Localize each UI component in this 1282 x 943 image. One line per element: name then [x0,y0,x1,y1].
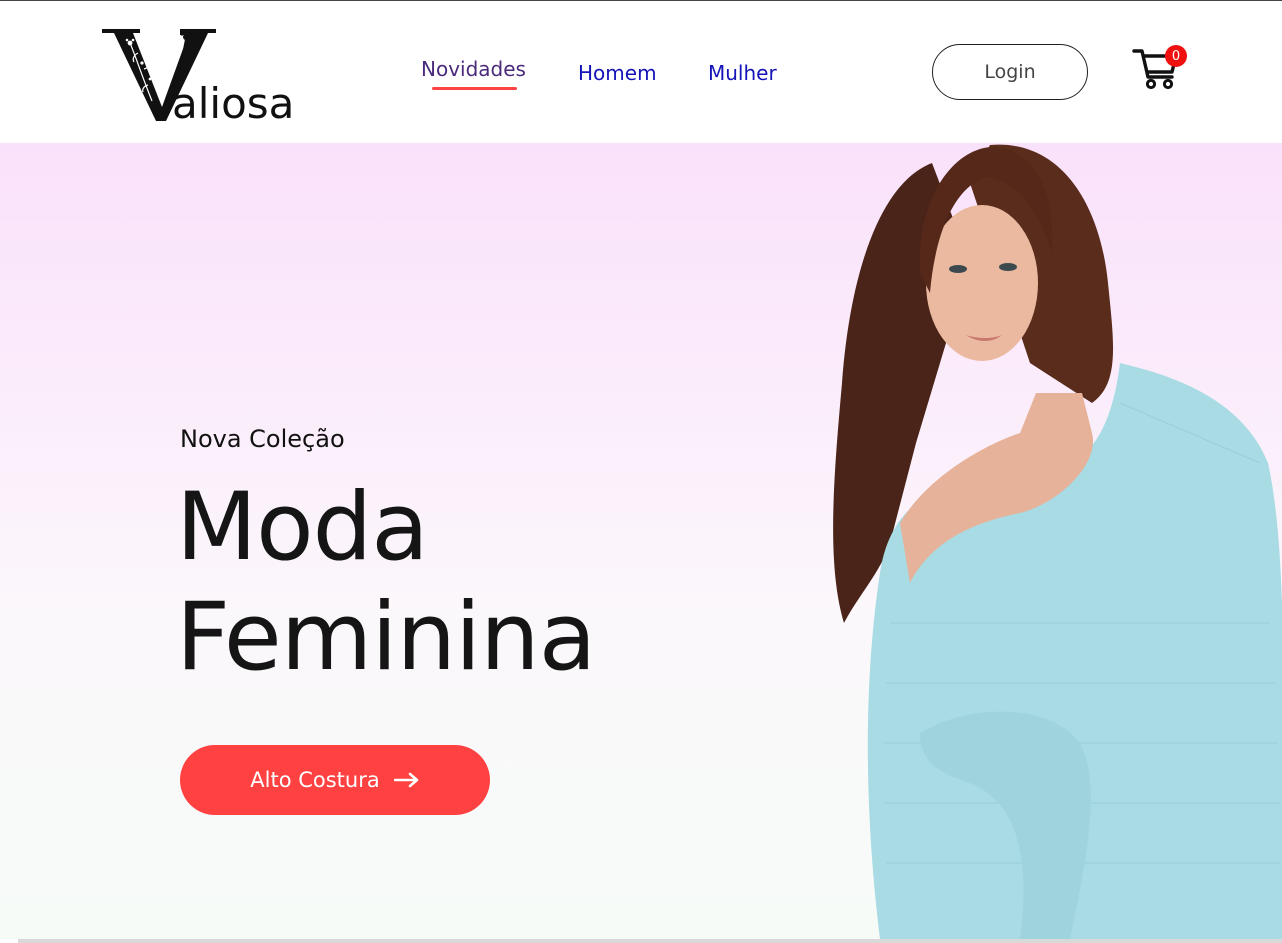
cta-label: Alto Costura [250,768,380,792]
hero-subtitle: Nova Coleção [180,425,345,453]
nav-item-homem[interactable]: Homem [578,61,657,85]
hero-headline: Moda Feminina [176,473,596,693]
hero-headline-line1: Moda [176,473,429,582]
site-header: aliosa Novidades Homem Mulher Login 0 [0,1,1282,143]
model-photo [833,144,1282,939]
arrow-right-icon [393,772,419,788]
nav-item-novidades[interactable]: Novidades [421,57,526,81]
hero-headline-line2: Feminina [176,583,596,692]
bottom-divider [18,939,1282,943]
alto-costura-button[interactable]: Alto Costura [180,745,490,815]
login-button[interactable]: Login [932,44,1088,100]
logo-wordmark: aliosa [172,79,295,128]
nav-item-mulher[interactable]: Mulher [708,61,777,85]
hero-banner: Nova Coleção Moda Feminina Alto Costura [0,143,1282,939]
nav-active-underline [432,87,517,90]
brand-logo[interactable]: aliosa [100,23,300,127]
cart-count-badge: 0 [1165,45,1187,67]
